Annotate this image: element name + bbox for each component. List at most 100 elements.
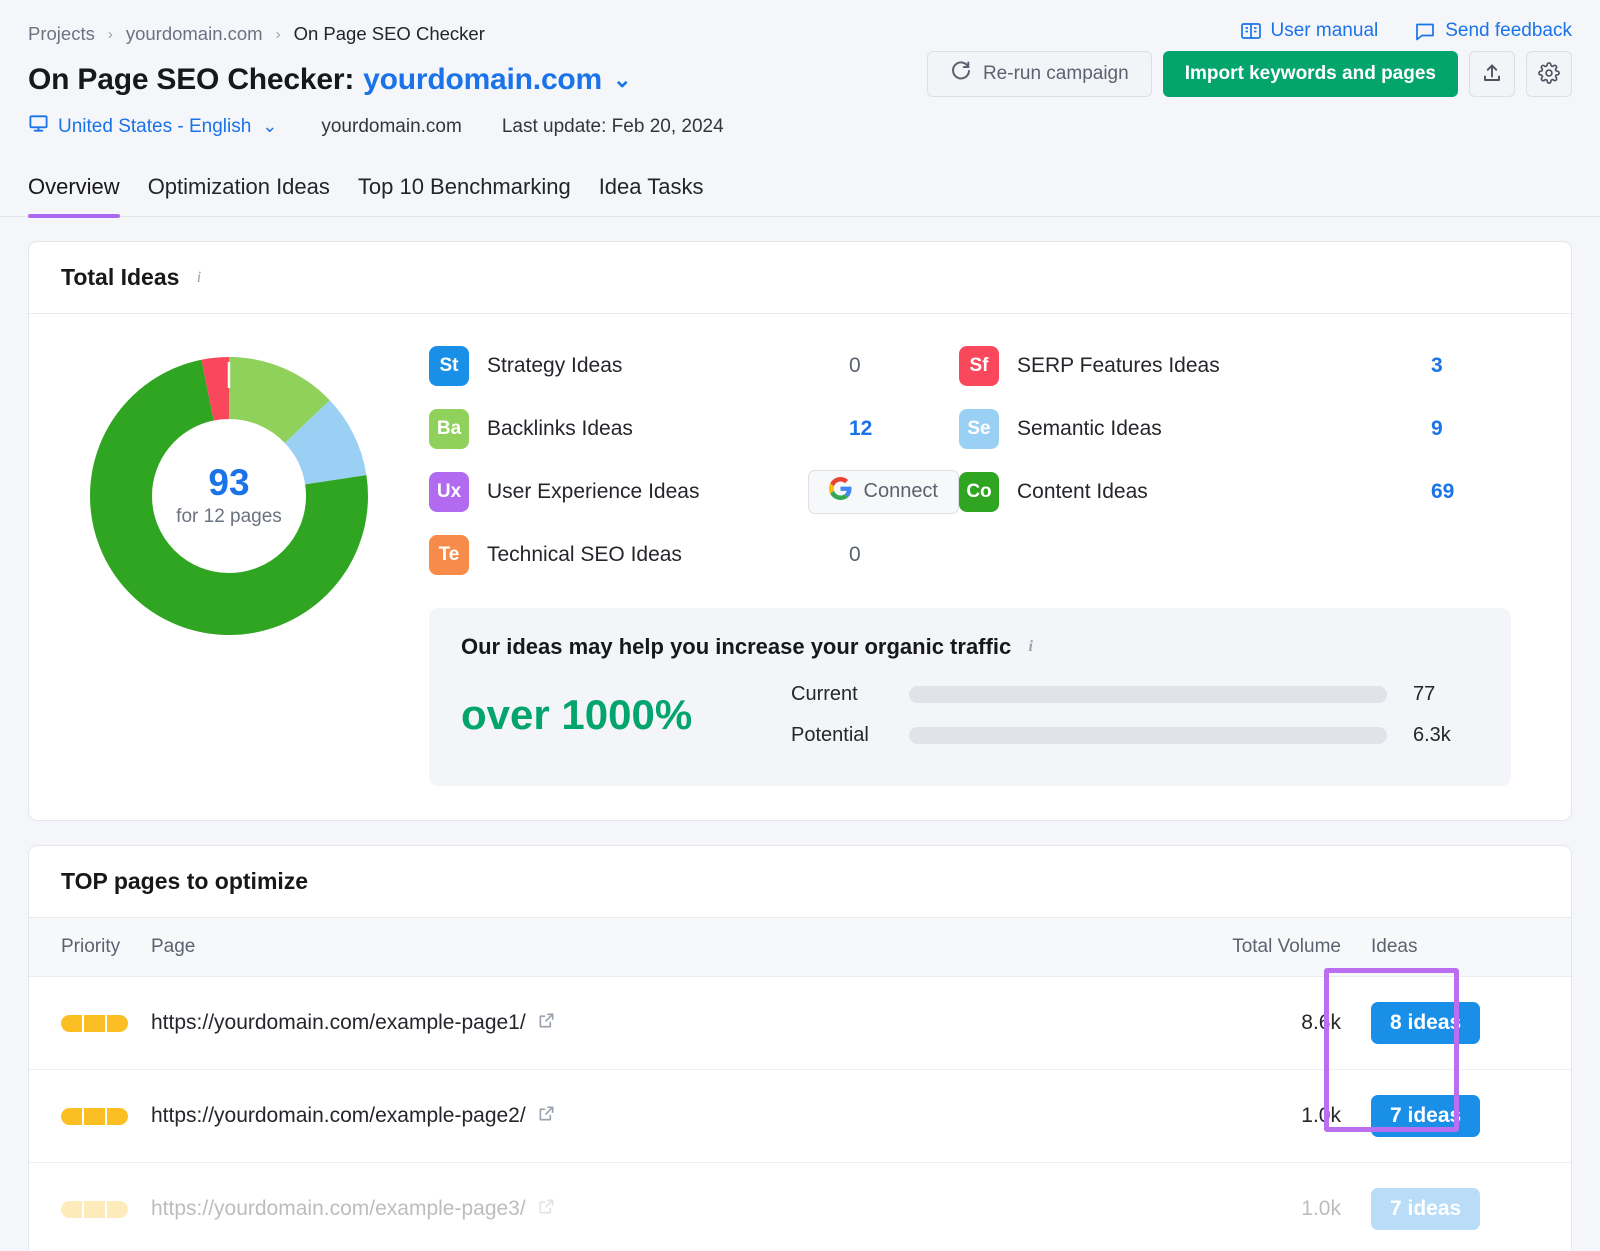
column-header-page[interactable]: Page bbox=[151, 918, 1111, 977]
priority-segment bbox=[84, 1015, 105, 1032]
chevron-down-icon[interactable]: ⌄ bbox=[613, 69, 631, 91]
current-bar-track bbox=[909, 686, 1387, 703]
google-connect-button[interactable]: Connect bbox=[808, 470, 960, 514]
page-cell: https://yourdomain.com/example-page2/ bbox=[151, 1070, 1111, 1163]
monitor-icon bbox=[28, 113, 49, 140]
content-ideas-value[interactable]: 69 bbox=[1431, 480, 1541, 504]
priority-indicator bbox=[61, 1108, 151, 1125]
meta-row: United States - English ⌄ yourdomain.com… bbox=[0, 97, 1600, 140]
page-title-domain[interactable]: yourdomain.com bbox=[363, 63, 602, 97]
settings-button[interactable] bbox=[1526, 51, 1572, 97]
total-ideas-title: Total Ideas bbox=[61, 264, 179, 291]
user-manual-link[interactable]: User manual bbox=[1240, 20, 1379, 42]
current-value: 77 bbox=[1387, 683, 1479, 706]
total-ideas-header: Total Ideas i bbox=[29, 242, 1571, 314]
tab-overview[interactable]: Overview bbox=[28, 174, 120, 216]
strategy-ideas-value: 0 bbox=[849, 354, 959, 378]
book-icon bbox=[1240, 20, 1262, 42]
external-link-icon[interactable] bbox=[537, 1011, 556, 1036]
send-feedback-label: Send feedback bbox=[1445, 20, 1572, 42]
organic-traffic-heading: Our ideas may help you increase your org… bbox=[461, 634, 1479, 660]
traffic-bar-current: Current 77 bbox=[791, 674, 1479, 715]
semantic-ideas-value[interactable]: 9 bbox=[1431, 417, 1541, 441]
ideas-count-badge[interactable]: 7 ideas bbox=[1371, 1095, 1480, 1137]
ideas-cell: 8 ideas bbox=[1341, 977, 1571, 1070]
tab-optimization-ideas[interactable]: Optimization Ideas bbox=[148, 174, 330, 216]
page-url-link[interactable]: https://yourdomain.com/example-page3/ bbox=[151, 1197, 556, 1222]
total-ideas-body: 93 for 12 pages St Strategy Ideas 0 Sf S… bbox=[29, 314, 1571, 820]
strategy-badge-icon: St bbox=[429, 346, 469, 386]
external-link-icon[interactable] bbox=[537, 1197, 556, 1222]
organic-traffic-percent: over 1000% bbox=[461, 691, 791, 739]
page-url-link[interactable]: https://yourdomain.com/example-page2/ bbox=[151, 1104, 556, 1129]
table-row: https://yourdomain.com/example-page1/ 8.… bbox=[29, 977, 1571, 1070]
table-header-row: Priority Page Total Volume Ideas bbox=[29, 918, 1571, 977]
total-volume-cell: 1.0k bbox=[1111, 1163, 1341, 1251]
breadcrumb-item-current: On Page SEO Checker bbox=[294, 23, 485, 45]
external-link-icon[interactable] bbox=[537, 1104, 556, 1129]
column-header-total-volume[interactable]: Total Volume bbox=[1111, 918, 1341, 977]
locale-selector[interactable]: United States - English ⌄ bbox=[28, 113, 277, 140]
priority-segment bbox=[84, 1201, 105, 1218]
serp-features-ideas-value[interactable]: 3 bbox=[1431, 354, 1541, 378]
top-pages-table-wrap: Priority Page Total Volume Ideas bbox=[29, 917, 1571, 1251]
page-header: On Page SEO Checker: yourdomain.com ⌄ Re… bbox=[0, 45, 1600, 97]
ideas-donut-chart: 93 for 12 pages bbox=[29, 334, 429, 786]
semantic-badge-icon: Se bbox=[959, 409, 999, 449]
donut-subtitle: for 12 pages bbox=[176, 506, 282, 528]
idea-row-strategy: St Strategy Ideas 0 bbox=[429, 334, 959, 397]
breadcrumb-item-projects[interactable]: Projects bbox=[28, 23, 95, 45]
google-connect-label: Connect bbox=[864, 480, 939, 503]
rerun-campaign-button[interactable]: Re-run campaign bbox=[927, 51, 1152, 97]
ideas-count-badge[interactable]: 7 ideas bbox=[1371, 1188, 1480, 1230]
info-icon[interactable]: i bbox=[190, 269, 207, 286]
top-pages-table: Priority Page Total Volume Ideas bbox=[29, 917, 1571, 1251]
idea-row-technical-seo: Te Technical SEO Ideas 0 bbox=[429, 523, 959, 586]
priority-segment bbox=[107, 1108, 128, 1125]
rerun-campaign-label: Re-run campaign bbox=[983, 63, 1129, 85]
page-url-text: https://yourdomain.com/example-page3/ bbox=[151, 1197, 526, 1221]
idea-row-backlinks: Ba Backlinks Ideas 12 bbox=[429, 397, 959, 460]
breadcrumb-item-domain[interactable]: yourdomain.com bbox=[126, 23, 263, 45]
top-pages-title: TOP pages to optimize bbox=[61, 868, 308, 895]
meta-last-update: Last update: Feb 20, 2024 bbox=[502, 116, 724, 138]
info-icon[interactable]: i bbox=[1022, 639, 1039, 656]
priority-segment bbox=[107, 1015, 128, 1032]
tab-top-10-benchmarking[interactable]: Top 10 Benchmarking bbox=[358, 174, 571, 216]
tab-idea-tasks[interactable]: Idea Tasks bbox=[599, 174, 704, 216]
breadcrumb-separator-icon: › bbox=[108, 26, 113, 43]
top-utility-links: User manual Send feedback bbox=[1240, 20, 1572, 42]
ideas-count-badge[interactable]: 8 ideas bbox=[1371, 1002, 1480, 1044]
page-url-link[interactable]: https://yourdomain.com/example-page1/ bbox=[151, 1011, 556, 1036]
total-ideas-card: Total Ideas i bbox=[28, 241, 1572, 821]
backlinks-ideas-value[interactable]: 12 bbox=[849, 417, 959, 441]
ideas-cell: 7 ideas bbox=[1341, 1163, 1571, 1251]
export-button[interactable] bbox=[1469, 51, 1515, 97]
chevron-down-icon: ⌄ bbox=[262, 116, 277, 137]
page-cell: https://yourdomain.com/example-page1/ bbox=[151, 977, 1111, 1070]
speech-bubble-icon bbox=[1414, 20, 1436, 42]
current-label: Current bbox=[791, 683, 909, 706]
user-experience-ideas-label: User Experience Ideas bbox=[487, 480, 699, 504]
priority-indicator bbox=[61, 1015, 151, 1032]
column-header-priority[interactable]: Priority bbox=[29, 918, 151, 977]
idea-row-serp-features: Sf SERP Features Ideas 3 bbox=[959, 334, 1541, 397]
content-badge-icon: Co bbox=[959, 472, 999, 512]
priority-segment bbox=[61, 1108, 82, 1125]
page-url-text: https://yourdomain.com/example-page1/ bbox=[151, 1011, 526, 1035]
backlinks-ideas-label: Backlinks Ideas bbox=[487, 417, 633, 441]
upload-icon bbox=[1481, 62, 1503, 87]
priority-segment bbox=[107, 1201, 128, 1218]
user-experience-badge-icon: Ux bbox=[429, 472, 469, 512]
column-header-ideas[interactable]: Ideas bbox=[1341, 918, 1571, 977]
priority-segment bbox=[61, 1201, 82, 1218]
organic-traffic-body: over 1000% Current 77 Potential bbox=[461, 674, 1479, 756]
import-keywords-button[interactable]: Import keywords and pages bbox=[1163, 51, 1458, 97]
header-actions: Re-run campaign Import keywords and page… bbox=[927, 51, 1572, 97]
table-row: https://yourdomain.com/example-page2/ 1.… bbox=[29, 1070, 1571, 1163]
page-title-prefix: On Page SEO Checker: bbox=[28, 63, 354, 97]
technical-seo-badge-icon: Te bbox=[429, 535, 469, 575]
organic-traffic-panel: Our ideas may help you increase your org… bbox=[429, 608, 1511, 786]
send-feedback-link[interactable]: Send feedback bbox=[1414, 20, 1572, 42]
ideas-grid: St Strategy Ideas 0 Sf SERP Features Ide… bbox=[429, 334, 1541, 586]
